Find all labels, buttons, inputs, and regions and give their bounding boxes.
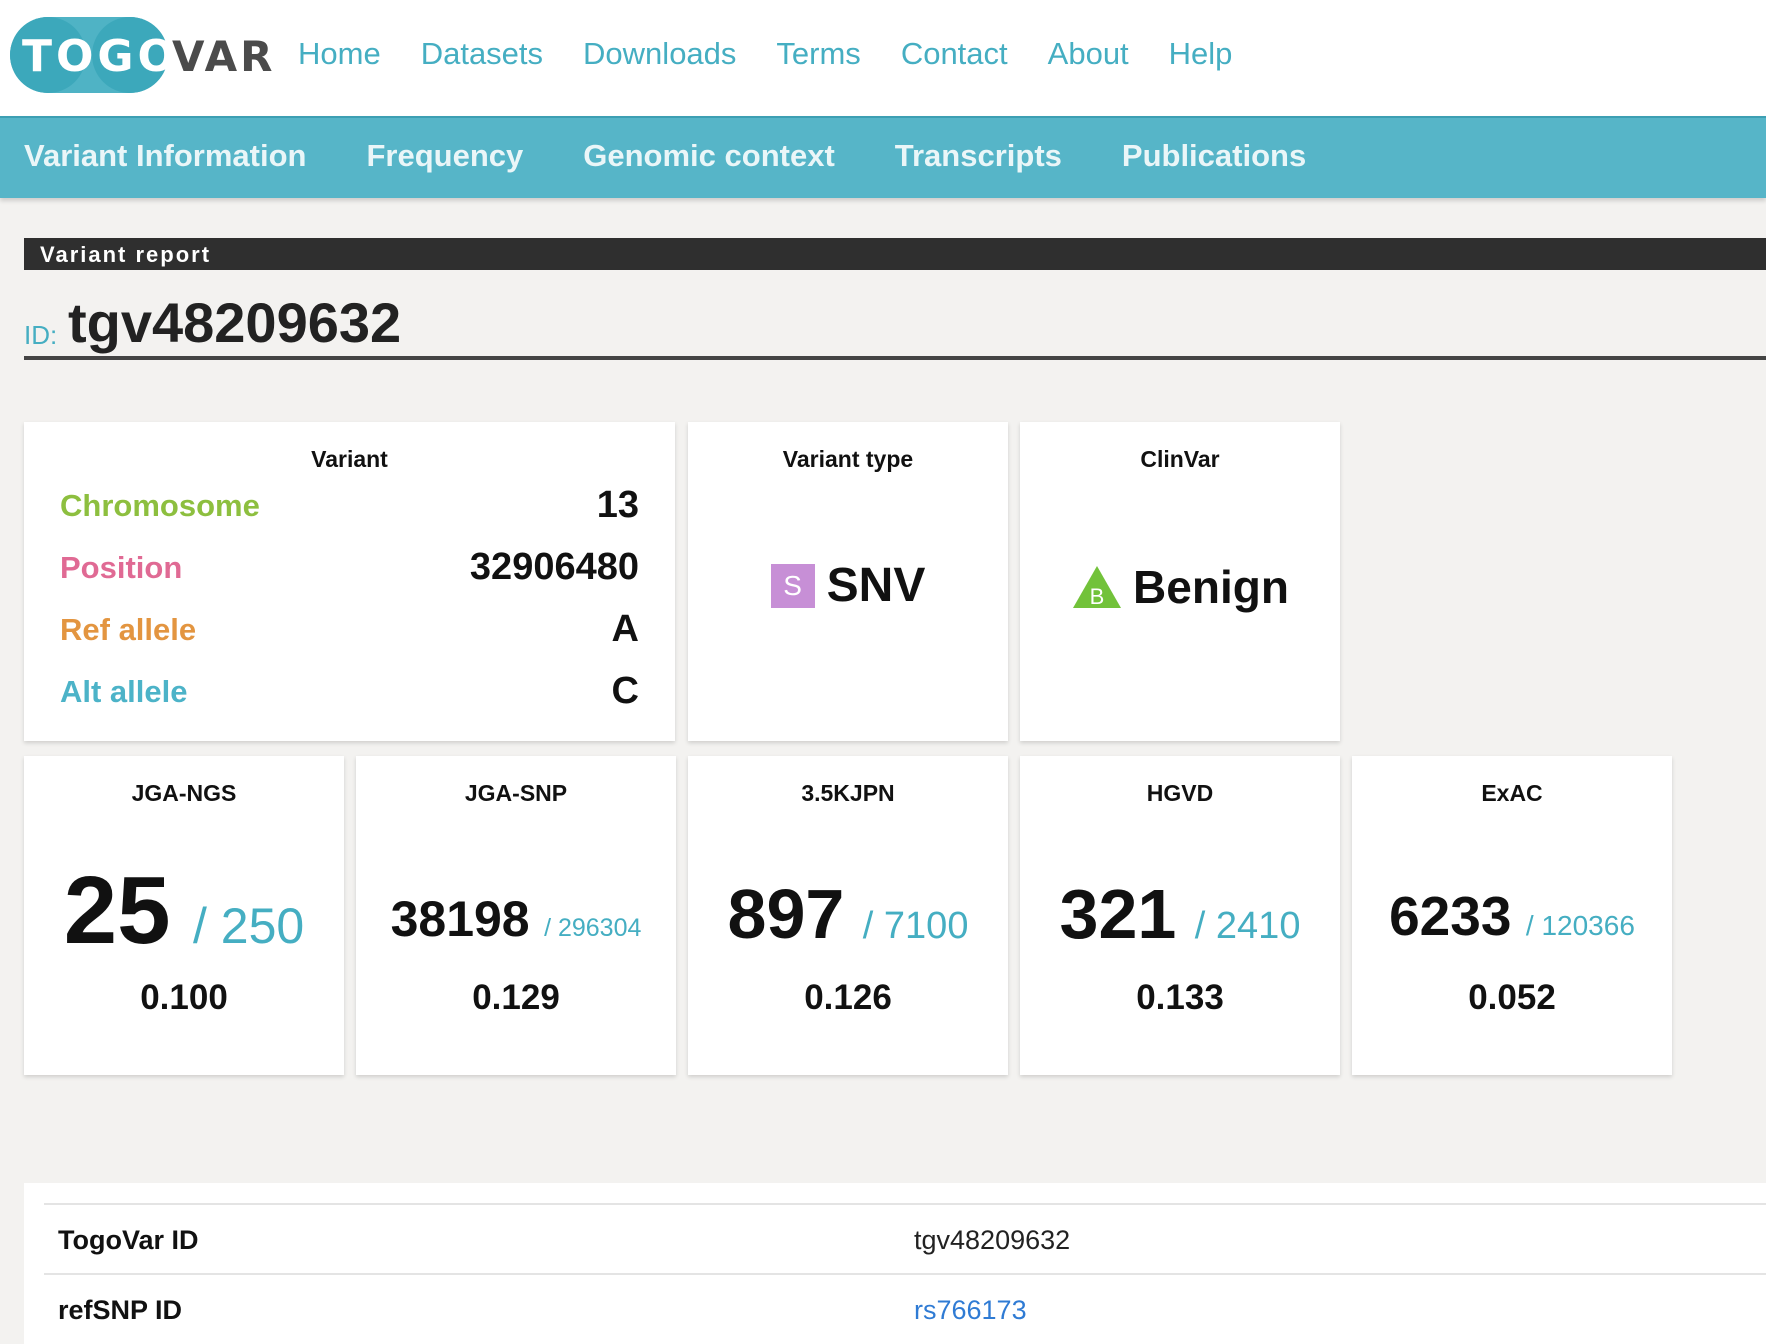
frequency-count: 6233	[1389, 885, 1512, 947]
section-link-publications[interactable]: Publications	[1122, 138, 1306, 174]
frequency-value: 0.126	[804, 978, 892, 1017]
frequency-count: 897	[727, 875, 845, 953]
togovar-logo[interactable]: TOGO VAR	[10, 15, 273, 95]
frequency-total: / 296304	[544, 914, 642, 942]
frequency-count: 321	[1059, 875, 1177, 953]
snv-badge: S	[770, 563, 815, 608]
nav-link-help[interactable]: Help	[1169, 36, 1233, 72]
clinvar-badge-letter: B	[1090, 584, 1105, 609]
nav-link-terms[interactable]: Terms	[776, 36, 860, 72]
report-title-bar: Variant report	[24, 238, 1766, 270]
ref-allele-label: Ref allele	[60, 612, 197, 647]
triangle-icon: B	[1071, 564, 1123, 610]
clinvar-significance-value: Benign	[1133, 561, 1289, 613]
alt-allele-label: Alt allele	[60, 674, 188, 709]
variant-type-value: SNV	[826, 559, 926, 612]
frequency-count-row: 6233 / 120366	[1352, 884, 1672, 948]
frequency-value: 0.133	[1136, 978, 1224, 1017]
ref-allele-row: Ref allele A	[60, 606, 639, 650]
frequency-card-title: JGA-NGS	[131, 780, 237, 806]
variant-card-title: Variant	[311, 446, 388, 472]
clinvar-card: ClinVar B Benign	[1020, 422, 1340, 741]
frequency-total: / 250	[193, 898, 305, 954]
frequency-count-row: 25 / 250	[24, 856, 344, 966]
section-link-genomic-context[interactable]: Genomic context	[583, 138, 835, 174]
frequency-count: 38198	[390, 891, 530, 947]
nav-link-contact[interactable]: Contact	[901, 36, 1008, 72]
frequency-count-row: 897 / 7100	[688, 874, 1008, 954]
clinvar-display: B Benign	[1020, 560, 1340, 614]
variant-type-card: Variant type S SNV	[688, 422, 1008, 741]
frequency-card-hgvd: HGVD 321 / 2410 0.133	[1020, 756, 1340, 1075]
variant-type-display: S SNV	[688, 558, 1008, 613]
chromosome-row: Chromosome 13	[60, 482, 639, 526]
frequency-card-title: HGVD	[1146, 780, 1214, 806]
table-row-togovar-id: TogoVar ID tgv48209632	[44, 1203, 1766, 1273]
frequency-card-exac: ExAC 6233 / 120366 0.052	[1352, 756, 1672, 1075]
frequency-card-jga-ngs: JGA-NGS 25 / 250 0.100	[24, 756, 344, 1075]
frequency-count: 25	[63, 857, 171, 964]
report-title: Variant report	[40, 242, 212, 267]
variant-id-value: tgv48209632	[68, 291, 402, 354]
alt-allele-value: C	[611, 670, 639, 712]
alt-allele-row: Alt allele C	[60, 668, 639, 712]
frequency-value: 0.052	[1468, 978, 1556, 1017]
nav-link-downloads[interactable]: Downloads	[583, 36, 736, 72]
frequency-card-title: ExAC	[1481, 780, 1543, 806]
section-link-transcripts[interactable]: Transcripts	[895, 138, 1062, 174]
logo-text-var: VAR	[172, 32, 276, 81]
chromosome-label: Chromosome	[60, 488, 260, 523]
top-header: TOGO VAR Home Datasets Downloads Terms C…	[0, 0, 1766, 116]
id-prefix-label: ID:	[24, 320, 58, 350]
refsnp-id-link[interactable]: rs766173	[914, 1295, 1027, 1326]
main-nav: Home Datasets Downloads Terms Contact Ab…	[298, 36, 1232, 72]
section-link-variant-information[interactable]: Variant Information	[24, 138, 306, 174]
table-key: TogoVar ID	[58, 1225, 199, 1255]
frequency-count-row: 321 / 2410	[1020, 874, 1340, 954]
position-label: Position	[60, 550, 183, 585]
frequency-count-row: 38198 / 296304	[356, 890, 676, 948]
frequency-card-title: JGA-SNP	[464, 780, 568, 806]
variant-card: Variant Chromosome 13 Position 32906480 …	[24, 422, 675, 741]
clinvar-card-title: ClinVar	[1140, 446, 1220, 472]
position-row: Position 32906480	[60, 544, 639, 588]
variant-id-heading: ID: tgv48209632	[24, 290, 1766, 360]
nav-link-home[interactable]: Home	[298, 36, 381, 72]
togovar-id-value: tgv48209632	[914, 1225, 1071, 1255]
chromosome-value: 13	[596, 484, 639, 526]
frequency-value: 0.129	[472, 978, 560, 1017]
logo-text-togo: TOGO	[22, 31, 179, 82]
variant-info-table: TogoVar ID tgv48209632 refSNP ID rs76617…	[24, 1183, 1766, 1344]
ref-allele-value: A	[611, 608, 639, 650]
frequency-card-title: 3.5KJPN	[801, 780, 895, 806]
table-key: refSNP ID	[58, 1295, 183, 1325]
frequency-card-3-5kjpn: 3.5KJPN 897 / 7100 0.126	[688, 756, 1008, 1075]
nav-link-about[interactable]: About	[1048, 36, 1129, 72]
position-value: 32906480	[469, 546, 639, 588]
frequency-total: / 120366	[1525, 910, 1635, 941]
frequency-value: 0.100	[140, 978, 228, 1017]
section-link-frequency[interactable]: Frequency	[366, 138, 523, 174]
frequency-card-jga-snp: JGA-SNP 38198 / 296304 0.129	[356, 756, 676, 1075]
frequency-total: / 2410	[1194, 905, 1301, 947]
section-nav: Variant Information Frequency Genomic co…	[0, 116, 1766, 198]
table-row-refsnp-id: refSNP ID rs766173	[44, 1273, 1766, 1343]
frequency-total: / 7100	[862, 905, 969, 947]
variant-type-card-title: Variant type	[782, 446, 914, 472]
nav-link-datasets[interactable]: Datasets	[421, 36, 543, 72]
